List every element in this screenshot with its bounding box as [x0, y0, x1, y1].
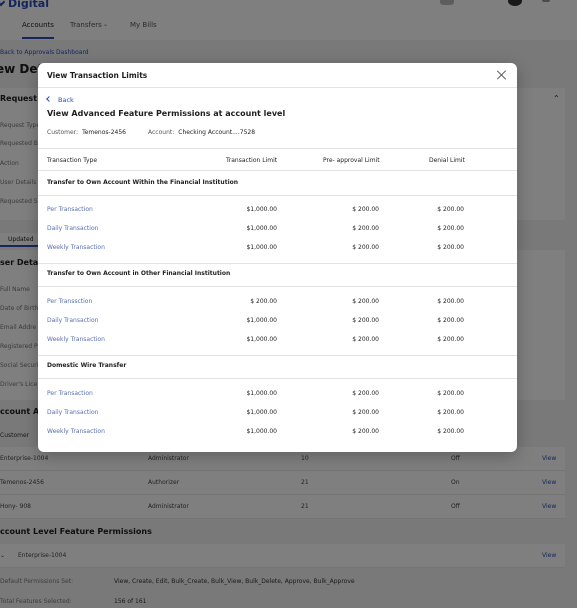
pre-approval-limit: $ 200.00	[352, 206, 379, 213]
customer-value: Temenos-2456	[82, 129, 126, 136]
modal-title: View Transaction Limits	[47, 71, 148, 80]
group-title: Transfer to Own Account in Other Financi…	[47, 270, 231, 277]
transaction-type: Weekly Transaction	[47, 428, 105, 435]
transaction-limit: $1,000.00	[246, 244, 277, 251]
column-header: Denial Limit	[429, 157, 465, 164]
transaction-limit: $1,000.00	[246, 336, 277, 343]
denial-limit: $ 200.00	[437, 317, 464, 324]
denial-limit: $ 200.00	[437, 206, 464, 213]
column-header: Transaction Limit	[226, 157, 278, 164]
table-header: Transaction Type Transaction Limit Pre- …	[38, 148, 517, 171]
group-title: Domestic Wire Transfer	[47, 362, 127, 369]
group-title: Transfer to Own Account Within the Finan…	[47, 179, 239, 186]
transaction-type: Weekly Transaction	[47, 244, 105, 251]
denial-limit: $ 200.00	[437, 336, 464, 343]
account-label: Account:	[148, 129, 175, 136]
pre-approval-limit: $ 200.00	[352, 317, 379, 324]
account-value: Checking Account....7528	[178, 129, 256, 136]
transaction-type: Daily Transaction	[47, 409, 99, 416]
pre-approval-limit: $ 200.00	[352, 336, 379, 343]
transaction-limit: $1,000.00	[246, 428, 277, 435]
denial-limit: $ 200.00	[437, 225, 464, 232]
pre-approval-limit: $ 200.00	[352, 428, 379, 435]
transaction-limit: $1,000.00	[246, 390, 277, 397]
denial-limit: $ 200.00	[437, 244, 464, 251]
transaction-type: Daily Transaction	[47, 225, 99, 232]
modal-subtitle: View Advanced Feature Permissions at acc…	[47, 109, 286, 118]
transaction-type: Per Transsction	[47, 298, 93, 305]
transaction-type: Weekly Transaction	[47, 336, 105, 343]
column-header: Transaction Type	[47, 157, 98, 164]
transaction-limit: $1,000.00	[246, 225, 277, 232]
customer-label: Customer:	[47, 129, 79, 136]
divider	[38, 355, 517, 356]
pre-approval-limit: $ 200.00	[352, 409, 379, 416]
back-link[interactable]: Back	[46, 96, 74, 104]
transaction-type: Per Transaction	[47, 390, 93, 397]
close-icon[interactable]	[497, 70, 507, 80]
pre-approval-limit: $ 200.00	[352, 225, 379, 232]
transaction-limit: $1,000.00	[246, 409, 277, 416]
denial-limit: $ 200.00	[437, 428, 464, 435]
denial-limit: $ 200.00	[437, 298, 464, 305]
account-meta: Account: Checking Account....7528	[148, 129, 255, 136]
transaction-limit: $ 200.00	[250, 298, 277, 305]
divider	[38, 263, 517, 264]
denial-limit: $ 200.00	[437, 409, 464, 416]
back-label: Back	[58, 96, 74, 104]
modal-header: View Transaction Limits	[38, 63, 517, 88]
pre-approval-limit: $ 200.00	[352, 390, 379, 397]
column-header: Pre- approval Limit	[323, 157, 380, 164]
transaction-limits-modal: View Transaction Limits Back View Advanc…	[38, 63, 517, 452]
transaction-limit: $1,000.00	[246, 317, 277, 324]
denial-limit: $ 200.00	[437, 390, 464, 397]
chevron-left-icon	[46, 96, 52, 102]
divider	[38, 378, 517, 379]
customer-meta: Customer: Temenos-2456	[47, 129, 126, 136]
transaction-type: Daily Transaction	[47, 317, 99, 324]
divider	[38, 195, 517, 196]
pre-approval-limit: $ 200.00	[352, 244, 379, 251]
transaction-type: Per Transaction	[47, 206, 93, 213]
divider	[38, 286, 517, 287]
pre-approval-limit: $ 200.00	[352, 298, 379, 305]
transaction-limit: $1,000.00	[246, 206, 277, 213]
